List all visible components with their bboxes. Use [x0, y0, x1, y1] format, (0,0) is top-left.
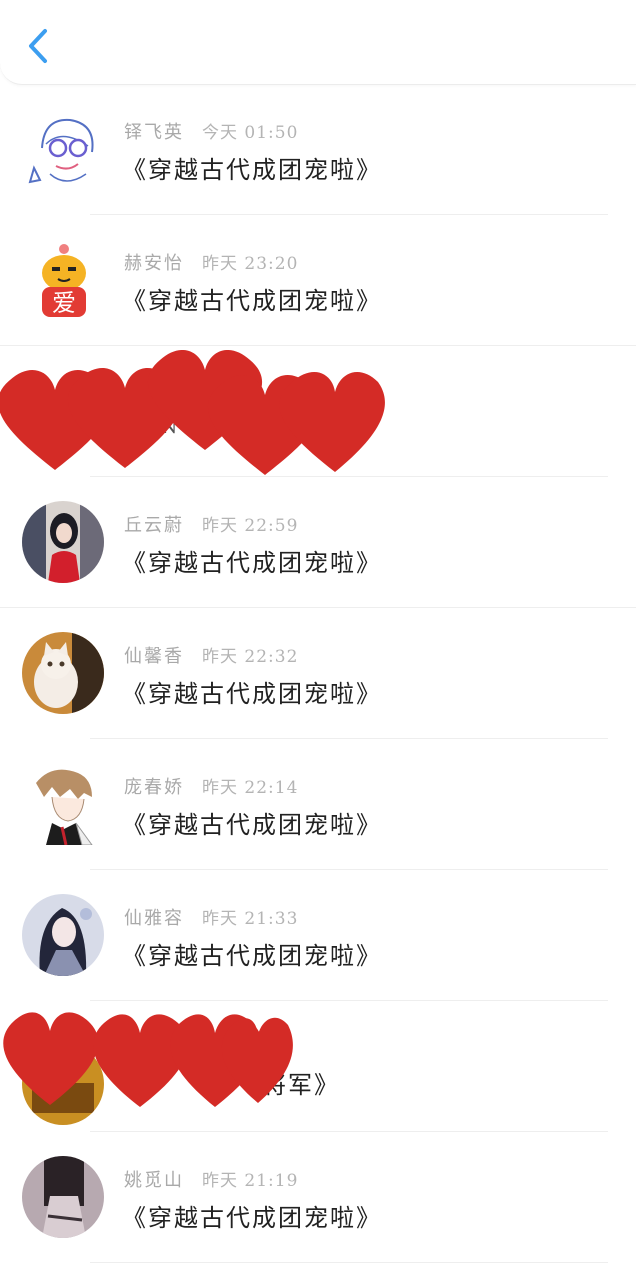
list-item[interactable]: 仙雅容 昨天 21:33 《穿越古代成团宠啦》	[0, 870, 636, 1001]
white-cat-avatar	[22, 632, 104, 714]
message-preview: 《穿越古代成团宠啦》	[122, 549, 382, 577]
sender-name: 铎飞英	[124, 122, 184, 143]
divider	[90, 1262, 608, 1263]
doodle-girl-avatar	[22, 108, 104, 190]
timestamp: 昨天 23:20	[202, 254, 299, 274]
ancient-style-avatar	[22, 894, 104, 976]
sender-name: 仙雅容	[124, 908, 184, 929]
message-preview: 《穿越古代成团宠啦》	[122, 1204, 382, 1232]
list-item[interactable]: 铎飞英 今天 01:50 《穿越古代成团宠啦》	[0, 84, 636, 215]
sender-name: 赫安怡	[124, 253, 184, 274]
anime-boy-avatar	[22, 763, 104, 845]
message-preview: 《穿越古代成团宠啦》	[122, 680, 382, 708]
message-preview: 《穿越古代成团宠啦》	[122, 811, 382, 839]
list-item[interactable]: 仙馨香 昨天 22:32 《穿越古代成团宠啦》	[0, 608, 636, 739]
timestamp: 昨天 21:33	[202, 909, 299, 929]
chevron-left-icon	[29, 29, 47, 63]
timestamp: 昨天 22:59	[202, 516, 299, 536]
sender-name: 庞春娇	[124, 777, 184, 798]
back-button[interactable]	[18, 22, 58, 70]
list-item[interactable]: 庞春娇 昨天 22:14 《穿越古代成团宠啦》	[0, 739, 636, 870]
love-cat-avatar: 爱	[22, 239, 104, 321]
timestamp: 今天 01:50	[202, 123, 299, 143]
sender-name: 姚觅山	[124, 1170, 184, 1191]
top-bar	[0, 0, 636, 85]
avatar	[22, 1043, 104, 1125]
sender-name: 仙馨香	[124, 646, 184, 667]
list-item[interactable]: 将军》	[0, 1001, 636, 1132]
message-preview: 《穿越古代成团宠啦》	[122, 942, 382, 970]
message-preview: 《穿越古代成团宠啦》	[122, 156, 382, 184]
message-preview: 将军》	[262, 1071, 340, 1099]
list-item[interactable]: 丘云蔚 昨天 22:59 《穿越古代成团宠啦》	[0, 477, 636, 608]
list-item[interactable]: 爱 赫安怡 昨天 23:20 《穿越古代成团宠啦》	[0, 215, 636, 346]
message-preview: N	[160, 414, 180, 438]
list-item[interactable]: N	[0, 346, 636, 477]
list-item[interactable]: 姚觅山 昨天 21:19 《穿越古代成团宠啦》	[0, 1132, 636, 1263]
timestamp: 昨天 22:14	[202, 778, 299, 798]
svg-text:爱: 爱	[52, 289, 76, 317]
timestamp: 昨天 22:32	[202, 647, 299, 667]
girl-red-dress-avatar	[22, 501, 104, 583]
message-preview: 《穿越古代成团宠啦》	[122, 287, 382, 315]
timestamp: 昨天 21:19	[202, 1171, 299, 1191]
sender-name: 丘云蔚	[124, 515, 184, 536]
dark-portrait-avatar	[22, 1156, 104, 1238]
